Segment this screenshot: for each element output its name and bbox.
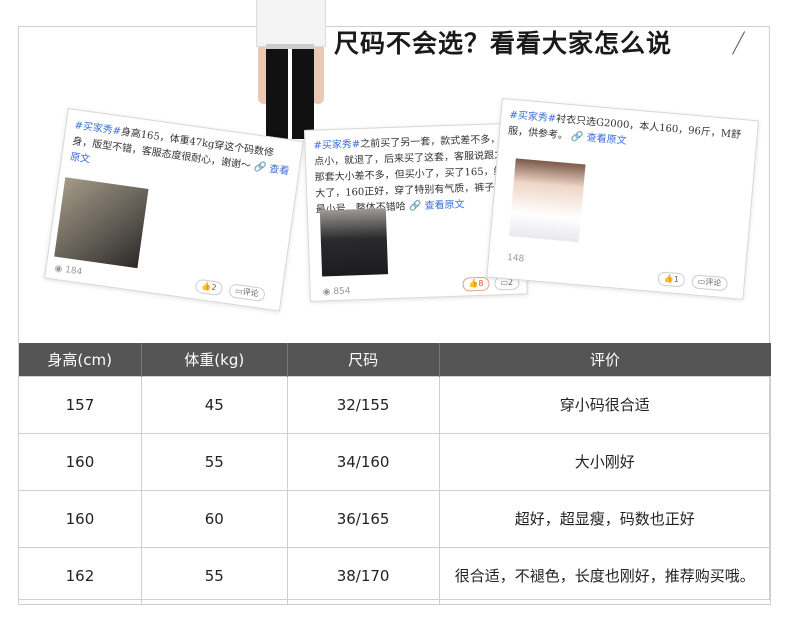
review-text-block: #买家秀#之前买了另一套，款式差不多，有点小，就退了，后来买了这套，客服说跟之前… [313, 132, 516, 219]
review-cell: 很合适，不褪色，长度也刚好，推荐购买哦。 [438, 547, 771, 605]
review-tag: #买家秀# [509, 109, 557, 125]
view-count: 148 [506, 253, 525, 265]
review-photo[interactable] [508, 158, 586, 243]
view-original-link[interactable]: 🔗 查看原文 [571, 131, 627, 147]
review-card: #买家秀#衬衣只选G2000，本人160，96斤，M舒服，供参考。 🔗 查看原文… [486, 98, 760, 300]
comment-button[interactable]: ▭评论 [691, 274, 728, 292]
size-cell: 32/155 [286, 376, 440, 434]
table-row: 157 45 32/155 穿小码很合适 [18, 376, 771, 434]
model-photo [250, 0, 330, 140]
weight-cell: 55 [140, 547, 288, 605]
size-table: 身高(cm) 体重(kg) 尺码 评价 157 45 32/155 穿小码很合适… [18, 343, 771, 605]
review-card: #买家秀#身高165，体重47kg穿这个码数修身，版型不错，客服态度很耐心，谢谢… [44, 108, 304, 312]
view-count: ◉ 184 [53, 263, 83, 278]
column-header-size: 尺码 [287, 343, 440, 377]
size-cell: 38/170 [286, 547, 440, 605]
review-cell: 穿小码很合适 [438, 376, 771, 434]
table-header-row: 身高(cm) 体重(kg) 尺码 评价 [18, 343, 771, 377]
table-row: 160 55 34/160 大小刚好 [18, 433, 771, 491]
review-photo[interactable] [319, 208, 389, 277]
page-title: 尺码不会选？看看大家怎么说 [334, 29, 673, 58]
review-cell: 大小刚好 [438, 433, 771, 491]
review-photo[interactable] [54, 177, 149, 269]
height-cell: 160 [18, 433, 142, 491]
table-row: 162 55 38/170 很合适，不褪色，长度也刚好，推荐购买哦。 [18, 547, 771, 605]
like-button[interactable]: 👍1 [657, 271, 686, 288]
review-tag: #买家秀# [313, 139, 361, 152]
weight-cell: 45 [140, 376, 288, 434]
height-cell: 160 [18, 490, 142, 548]
size-cell: 34/160 [286, 433, 440, 491]
table-row: 160 60 36/165 超好，超显瘦，码数也正好 [18, 490, 771, 548]
review-cell: 超好，超显瘦，码数也正好 [438, 490, 771, 548]
column-header-weight: 体重(kg) [141, 343, 288, 377]
column-header-height: 身高(cm) [18, 343, 142, 377]
like-button[interactable]: 👍2 [194, 278, 224, 297]
height-cell: 162 [18, 547, 142, 605]
comment-button[interactable]: ▭评论 [228, 283, 266, 303]
view-original-link[interactable]: 🔗 查看原文 [409, 199, 465, 212]
weight-cell: 60 [140, 490, 288, 548]
column-header-review: 评价 [439, 343, 771, 377]
review-tag: #买家秀# [73, 120, 122, 138]
review-text-block: #买家秀#衬衣只选G2000，本人160，96斤，M舒服，供参考。 🔗 查看原文 [507, 108, 749, 161]
size-cell: 36/165 [286, 490, 440, 548]
like-button[interactable]: 👍8 [462, 276, 490, 292]
height-cell: 157 [18, 376, 142, 434]
weight-cell: 55 [140, 433, 288, 491]
view-count: ◉ 854 [322, 286, 351, 298]
